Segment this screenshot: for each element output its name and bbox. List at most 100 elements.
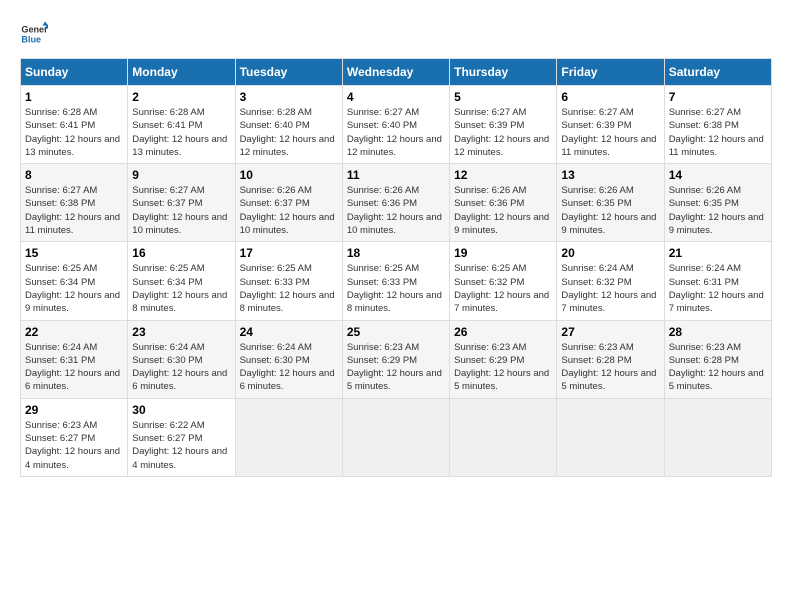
day-number: 15 [25, 246, 123, 260]
day-info: Sunrise: 6:26 AM Sunset: 6:36 PM Dayligh… [454, 184, 552, 237]
day-info: Sunrise: 6:23 AM Sunset: 6:29 PM Dayligh… [454, 341, 552, 394]
day-header-sunday: Sunday [21, 59, 128, 86]
day-number: 22 [25, 325, 123, 339]
day-number: 17 [240, 246, 338, 260]
calendar-cell: 22 Sunrise: 6:24 AM Sunset: 6:31 PM Dayl… [21, 320, 128, 398]
day-number: 7 [669, 90, 767, 104]
calendar-cell [450, 398, 557, 476]
day-info: Sunrise: 6:23 AM Sunset: 6:27 PM Dayligh… [25, 419, 123, 472]
day-info: Sunrise: 6:28 AM Sunset: 6:40 PM Dayligh… [240, 106, 338, 159]
day-header-tuesday: Tuesday [235, 59, 342, 86]
day-info: Sunrise: 6:27 AM Sunset: 6:38 PM Dayligh… [25, 184, 123, 237]
calendar-cell: 9 Sunrise: 6:27 AM Sunset: 6:37 PM Dayli… [128, 164, 235, 242]
calendar-cell: 16 Sunrise: 6:25 AM Sunset: 6:34 PM Dayl… [128, 242, 235, 320]
day-header-monday: Monday [128, 59, 235, 86]
day-info: Sunrise: 6:25 AM Sunset: 6:34 PM Dayligh… [132, 262, 230, 315]
day-number: 28 [669, 325, 767, 339]
calendar-cell: 19 Sunrise: 6:25 AM Sunset: 6:32 PM Dayl… [450, 242, 557, 320]
day-info: Sunrise: 6:24 AM Sunset: 6:31 PM Dayligh… [25, 341, 123, 394]
calendar-cell: 13 Sunrise: 6:26 AM Sunset: 6:35 PM Dayl… [557, 164, 664, 242]
day-number: 9 [132, 168, 230, 182]
calendar-cell: 11 Sunrise: 6:26 AM Sunset: 6:36 PM Dayl… [342, 164, 449, 242]
day-info: Sunrise: 6:24 AM Sunset: 6:30 PM Dayligh… [132, 341, 230, 394]
svg-text:Blue: Blue [21, 34, 41, 44]
calendar-cell [342, 398, 449, 476]
day-number: 11 [347, 168, 445, 182]
calendar-cell: 12 Sunrise: 6:26 AM Sunset: 6:36 PM Dayl… [450, 164, 557, 242]
day-number: 8 [25, 168, 123, 182]
day-info: Sunrise: 6:24 AM Sunset: 6:32 PM Dayligh… [561, 262, 659, 315]
calendar-cell: 4 Sunrise: 6:27 AM Sunset: 6:40 PM Dayli… [342, 86, 449, 164]
calendar-cell: 24 Sunrise: 6:24 AM Sunset: 6:30 PM Dayl… [235, 320, 342, 398]
day-number: 23 [132, 325, 230, 339]
day-number: 2 [132, 90, 230, 104]
day-info: Sunrise: 6:25 AM Sunset: 6:33 PM Dayligh… [347, 262, 445, 315]
day-info: Sunrise: 6:23 AM Sunset: 6:28 PM Dayligh… [561, 341, 659, 394]
day-info: Sunrise: 6:26 AM Sunset: 6:35 PM Dayligh… [561, 184, 659, 237]
calendar-cell: 21 Sunrise: 6:24 AM Sunset: 6:31 PM Dayl… [664, 242, 771, 320]
calendar-cell: 26 Sunrise: 6:23 AM Sunset: 6:29 PM Dayl… [450, 320, 557, 398]
calendar-cell: 29 Sunrise: 6:23 AM Sunset: 6:27 PM Dayl… [21, 398, 128, 476]
day-info: Sunrise: 6:27 AM Sunset: 6:38 PM Dayligh… [669, 106, 767, 159]
calendar-cell: 27 Sunrise: 6:23 AM Sunset: 6:28 PM Dayl… [557, 320, 664, 398]
day-number: 5 [454, 90, 552, 104]
calendar-table: SundayMondayTuesdayWednesdayThursdayFrid… [20, 58, 772, 477]
logo: General Blue [20, 20, 52, 48]
day-number: 3 [240, 90, 338, 104]
day-info: Sunrise: 6:25 AM Sunset: 6:33 PM Dayligh… [240, 262, 338, 315]
day-info: Sunrise: 6:28 AM Sunset: 6:41 PM Dayligh… [25, 106, 123, 159]
day-number: 13 [561, 168, 659, 182]
day-number: 10 [240, 168, 338, 182]
day-info: Sunrise: 6:24 AM Sunset: 6:31 PM Dayligh… [669, 262, 767, 315]
day-number: 27 [561, 325, 659, 339]
day-number: 14 [669, 168, 767, 182]
calendar-cell: 7 Sunrise: 6:27 AM Sunset: 6:38 PM Dayli… [664, 86, 771, 164]
day-number: 16 [132, 246, 230, 260]
day-number: 18 [347, 246, 445, 260]
day-number: 25 [347, 325, 445, 339]
day-header-friday: Friday [557, 59, 664, 86]
day-info: Sunrise: 6:25 AM Sunset: 6:32 PM Dayligh… [454, 262, 552, 315]
day-number: 29 [25, 403, 123, 417]
day-number: 1 [25, 90, 123, 104]
day-number: 4 [347, 90, 445, 104]
calendar-cell: 20 Sunrise: 6:24 AM Sunset: 6:32 PM Dayl… [557, 242, 664, 320]
calendar-cell: 14 Sunrise: 6:26 AM Sunset: 6:35 PM Dayl… [664, 164, 771, 242]
day-number: 20 [561, 246, 659, 260]
calendar-cell: 18 Sunrise: 6:25 AM Sunset: 6:33 PM Dayl… [342, 242, 449, 320]
day-info: Sunrise: 6:27 AM Sunset: 6:39 PM Dayligh… [561, 106, 659, 159]
svg-text:General: General [21, 25, 48, 35]
calendar-cell: 2 Sunrise: 6:28 AM Sunset: 6:41 PM Dayli… [128, 86, 235, 164]
calendar-cell: 23 Sunrise: 6:24 AM Sunset: 6:30 PM Dayl… [128, 320, 235, 398]
day-info: Sunrise: 6:27 AM Sunset: 6:40 PM Dayligh… [347, 106, 445, 159]
day-info: Sunrise: 6:22 AM Sunset: 6:27 PM Dayligh… [132, 419, 230, 472]
calendar-cell: 25 Sunrise: 6:23 AM Sunset: 6:29 PM Dayl… [342, 320, 449, 398]
day-info: Sunrise: 6:23 AM Sunset: 6:28 PM Dayligh… [669, 341, 767, 394]
day-number: 21 [669, 246, 767, 260]
day-header-wednesday: Wednesday [342, 59, 449, 86]
day-info: Sunrise: 6:26 AM Sunset: 6:35 PM Dayligh… [669, 184, 767, 237]
calendar-cell: 8 Sunrise: 6:27 AM Sunset: 6:38 PM Dayli… [21, 164, 128, 242]
calendar-cell: 17 Sunrise: 6:25 AM Sunset: 6:33 PM Dayl… [235, 242, 342, 320]
day-number: 12 [454, 168, 552, 182]
day-info: Sunrise: 6:24 AM Sunset: 6:30 PM Dayligh… [240, 341, 338, 394]
calendar-cell: 15 Sunrise: 6:25 AM Sunset: 6:34 PM Dayl… [21, 242, 128, 320]
calendar-cell: 3 Sunrise: 6:28 AM Sunset: 6:40 PM Dayli… [235, 86, 342, 164]
day-info: Sunrise: 6:25 AM Sunset: 6:34 PM Dayligh… [25, 262, 123, 315]
calendar-cell: 1 Sunrise: 6:28 AM Sunset: 6:41 PM Dayli… [21, 86, 128, 164]
day-info: Sunrise: 6:27 AM Sunset: 6:37 PM Dayligh… [132, 184, 230, 237]
day-info: Sunrise: 6:23 AM Sunset: 6:29 PM Dayligh… [347, 341, 445, 394]
calendar-cell [664, 398, 771, 476]
day-number: 30 [132, 403, 230, 417]
calendar-cell: 10 Sunrise: 6:26 AM Sunset: 6:37 PM Dayl… [235, 164, 342, 242]
day-header-saturday: Saturday [664, 59, 771, 86]
day-info: Sunrise: 6:26 AM Sunset: 6:37 PM Dayligh… [240, 184, 338, 237]
day-header-thursday: Thursday [450, 59, 557, 86]
day-number: 6 [561, 90, 659, 104]
day-info: Sunrise: 6:28 AM Sunset: 6:41 PM Dayligh… [132, 106, 230, 159]
day-number: 24 [240, 325, 338, 339]
calendar-cell: 6 Sunrise: 6:27 AM Sunset: 6:39 PM Dayli… [557, 86, 664, 164]
calendar-cell [235, 398, 342, 476]
day-number: 26 [454, 325, 552, 339]
calendar-cell: 30 Sunrise: 6:22 AM Sunset: 6:27 PM Dayl… [128, 398, 235, 476]
